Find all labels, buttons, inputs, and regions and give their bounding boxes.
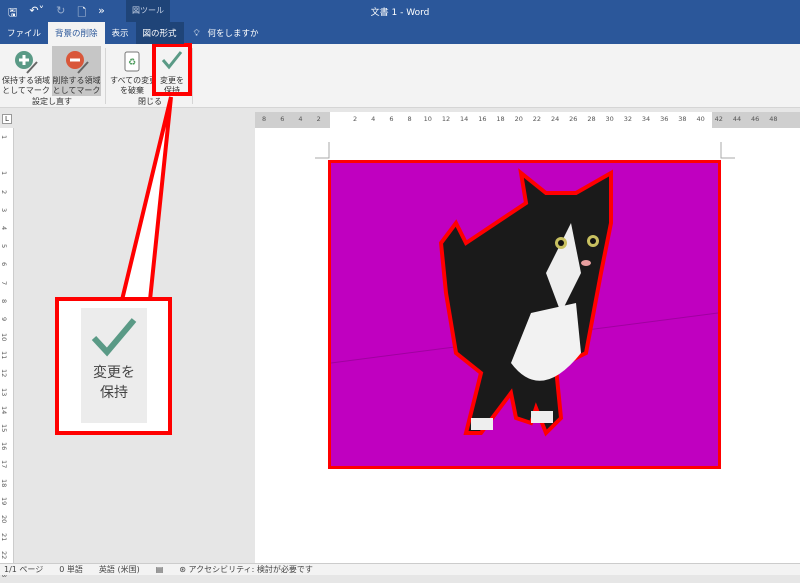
page-count[interactable]: 1/1 ページ	[4, 564, 43, 575]
macro-icon[interactable]: ▤	[156, 564, 164, 575]
checkmark-icon-large	[91, 318, 137, 357]
keep-changes-callout: 変更を 保持	[55, 297, 172, 435]
tab-remove-background[interactable]: 背景の削除	[48, 22, 105, 44]
callout-pointer	[119, 96, 173, 302]
lightbulb-icon: 💡︎	[193, 29, 200, 39]
accessibility-label: アクセシビリティ: 検討が必要です	[188, 565, 313, 574]
callout-label-2: 保持	[100, 385, 128, 401]
status-bar: 1/1 ページ 0 単語 英語 (米国) ▤ ⊛ アクセシビリティ: 検討が必要…	[0, 563, 800, 575]
accessibility-icon: ⊛	[179, 565, 189, 574]
tab-picture-format[interactable]: 図の形式	[135, 22, 184, 44]
word-count[interactable]: 0 単語	[59, 564, 83, 575]
callout-label-1: 変更を	[93, 365, 135, 381]
tab-file[interactable]: ファイル	[0, 22, 48, 44]
language[interactable]: 英語 (米国)	[99, 564, 140, 575]
tell-me-label: 何をしますか	[207, 29, 259, 39]
tell-me-search[interactable]: 💡︎ 何をしますか	[184, 22, 266, 44]
tab-view[interactable]: 表示	[105, 22, 136, 44]
accessibility-status[interactable]: ⊛ アクセシビリティ: 検討が必要です	[179, 564, 313, 575]
